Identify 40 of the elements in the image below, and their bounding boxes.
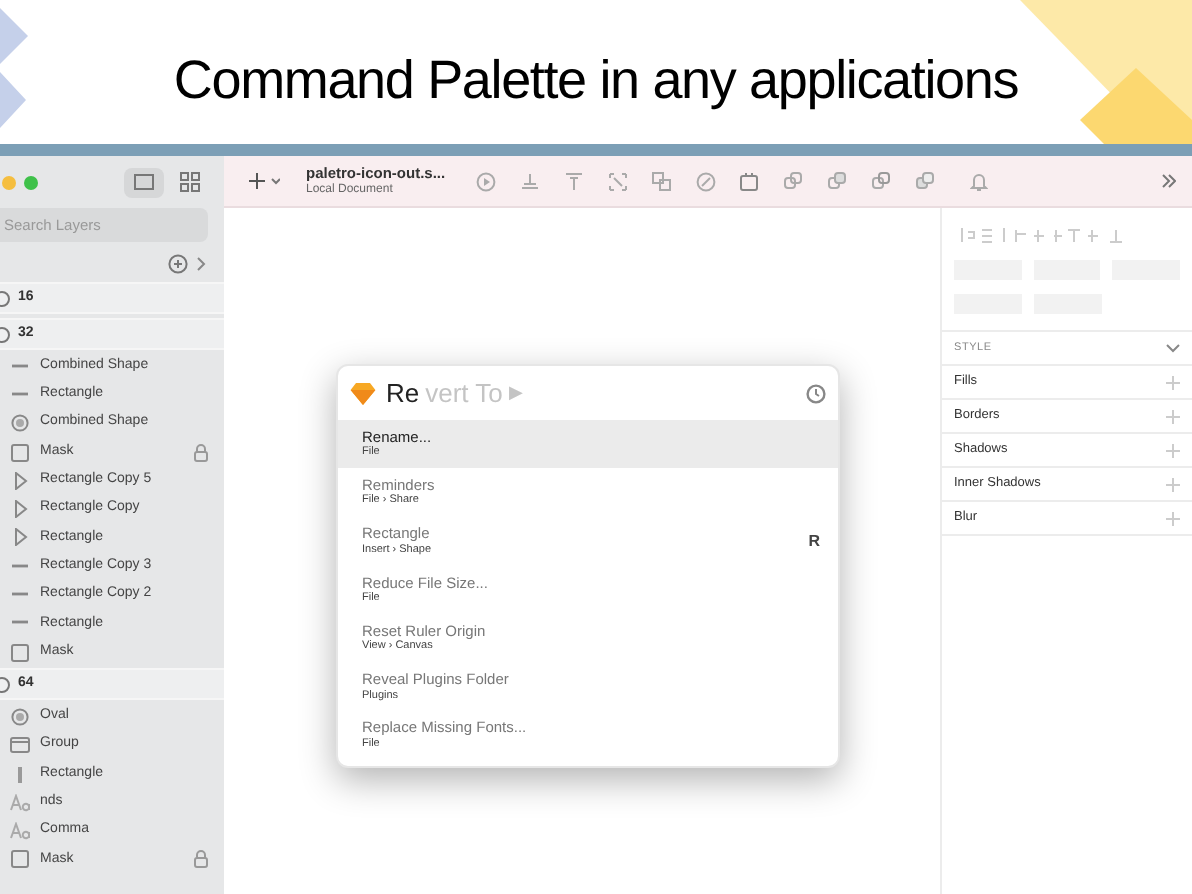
layers-toggle[interactable] <box>124 167 164 197</box>
artboard-icon <box>0 675 10 694</box>
insert-icon[interactable] <box>248 172 280 190</box>
more-icon[interactable] <box>1162 174 1176 188</box>
frame-icon[interactable] <box>739 171 760 191</box>
subtract-icon[interactable] <box>827 171 848 191</box>
lock-icon[interactable] <box>194 443 208 462</box>
square-icon <box>10 643 30 662</box>
add-icon[interactable] <box>1166 375 1180 389</box>
chevron-down-icon[interactable] <box>1166 343 1180 353</box>
crop-icon[interactable] <box>607 171 628 191</box>
history-icon[interactable] <box>806 383 826 403</box>
shortcut-key: R <box>808 529 820 554</box>
minimize-button[interactable] <box>2 175 16 189</box>
window-icon <box>134 174 154 190</box>
command-input[interactable]: Re vert To ▶ <box>386 373 523 413</box>
folder-icon <box>10 736 30 755</box>
chevron-right-icon[interactable] <box>196 256 208 272</box>
add-icon[interactable] <box>1166 443 1180 457</box>
circle-icon <box>10 707 30 726</box>
play-icon[interactable] <box>475 171 496 191</box>
add-icon[interactable] <box>1166 511 1180 525</box>
text-layer-icon <box>10 793 30 812</box>
union-icon[interactable] <box>783 171 804 191</box>
diamond-icon <box>350 381 376 405</box>
square-icon <box>10 443 30 462</box>
text-layer-icon <box>10 822 30 841</box>
square-icon <box>10 850 30 869</box>
difference-icon[interactable] <box>915 171 936 191</box>
overlap-icon[interactable] <box>651 171 672 191</box>
add-icon[interactable] <box>168 254 188 274</box>
lock-icon[interactable] <box>194 850 208 869</box>
circle-icon <box>10 414 30 433</box>
add-icon[interactable] <box>1166 477 1180 491</box>
headline: Command Palette in any applications <box>173 47 1019 114</box>
maximize-button[interactable] <box>24 175 38 189</box>
components-icon[interactable] <box>180 172 200 192</box>
notification-icon[interactable] <box>969 171 988 191</box>
intersect-icon[interactable] <box>871 171 892 191</box>
add-icon[interactable] <box>1166 409 1180 423</box>
